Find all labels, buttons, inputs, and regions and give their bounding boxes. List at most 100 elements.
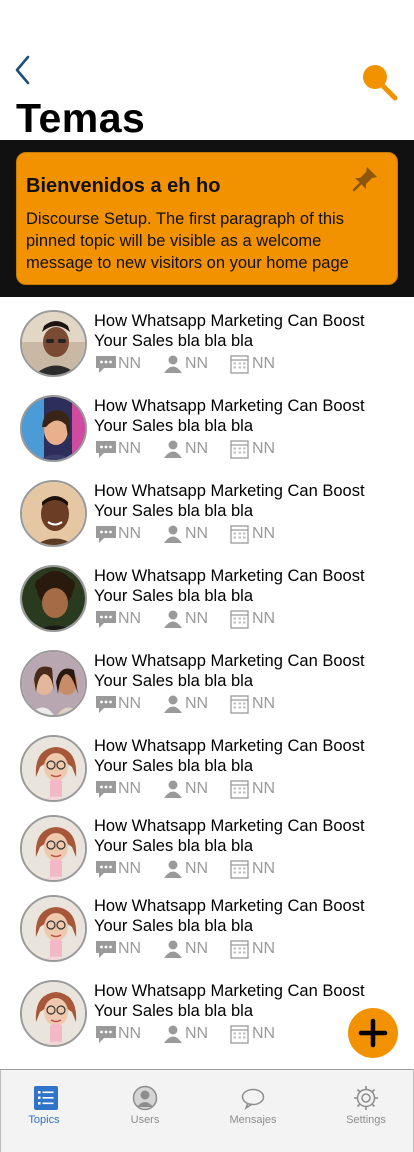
replies-value: NN <box>118 525 142 542</box>
chat-icon <box>96 696 116 713</box>
back-button[interactable] <box>12 54 38 88</box>
calendar-icon <box>230 940 249 959</box>
topic-title: How Whatsapp Marketing Can Boost Your Sa… <box>94 817 365 855</box>
page-title: Temas <box>16 95 146 141</box>
replies-count: NN <box>95 939 141 959</box>
calendar-icon <box>230 355 249 374</box>
avatar-image <box>22 817 85 880</box>
users-count: NN <box>162 1024 208 1044</box>
topic-meta: NN NN NN <box>95 439 395 459</box>
avatar <box>20 395 87 462</box>
topic-title: How Whatsapp Marketing Can Boost Your Sa… <box>94 397 365 435</box>
tab-mensajes-label: Mensajes <box>229 1114 277 1126</box>
date-info: NN <box>229 609 275 629</box>
calendar-icon <box>230 860 249 879</box>
users-value: NN <box>185 525 209 542</box>
avatar-image <box>22 982 85 1045</box>
replies-value: NN <box>118 780 142 797</box>
tab-topics-label: Topics <box>28 1114 60 1126</box>
tab-users[interactable]: Users <box>95 1070 195 1152</box>
users-count: NN <box>162 354 208 374</box>
replies-value: NN <box>118 940 142 957</box>
users-count: NN <box>162 439 208 459</box>
topic-title: How Whatsapp Marketing Can Boost Your Sa… <box>94 482 365 520</box>
plus-icon <box>358 1018 388 1048</box>
avatar-image <box>22 652 85 715</box>
calendar-icon <box>230 1025 249 1044</box>
user-icon <box>164 695 182 713</box>
avatar-image <box>22 482 85 545</box>
topic-row[interactable]: How Whatsapp Marketing Can Boost Your Sa… <box>0 565 414 645</box>
user-icon <box>164 610 182 628</box>
tab-topics[interactable]: Topics <box>1 1070 101 1152</box>
topic-row[interactable]: How Whatsapp Marketing Can Boost Your Sa… <box>0 815 414 895</box>
topic-meta: NN NN NN <box>95 354 395 374</box>
chat-bubble-icon <box>241 1088 265 1110</box>
calendar-icon <box>230 780 249 799</box>
users-count: NN <box>162 859 208 879</box>
tab-settings[interactable]: Settings <box>316 1070 414 1152</box>
users-count: NN <box>162 694 208 714</box>
avatar-image <box>22 737 85 800</box>
pinned-topic-card[interactable]: Bienvenidos a eh ho Discourse Setup. The… <box>16 152 398 285</box>
calendar-icon <box>230 440 249 459</box>
pin-icon <box>352 167 377 192</box>
chat-icon <box>96 356 116 373</box>
topic-row[interactable]: How Whatsapp Marketing Can Boost Your Sa… <box>0 480 414 560</box>
avatar <box>20 895 87 962</box>
gear-icon <box>354 1086 378 1110</box>
user-icon <box>164 440 182 458</box>
date-value: NN <box>252 940 276 957</box>
calendar-icon <box>230 525 249 544</box>
user-icon <box>164 860 182 878</box>
topic-meta: NN NN NN <box>95 609 395 629</box>
avatar-image <box>22 397 85 460</box>
date-value: NN <box>252 355 276 372</box>
topic-row[interactable]: How Whatsapp Marketing Can Boost Your Sa… <box>0 735 414 815</box>
topic-title: How Whatsapp Marketing Can Boost Your Sa… <box>94 652 365 690</box>
date-value: NN <box>252 1025 276 1042</box>
topic-row[interactable]: How Whatsapp Marketing Can Boost Your Sa… <box>0 650 414 730</box>
user-icon <box>164 1025 182 1043</box>
chat-icon <box>96 441 116 458</box>
chat-icon <box>96 781 116 798</box>
date-value: NN <box>252 860 276 877</box>
new-topic-button[interactable] <box>348 1008 398 1058</box>
user-icon <box>132 1085 158 1111</box>
chat-icon <box>96 1026 116 1043</box>
date-info: NN <box>229 694 275 714</box>
users-value: NN <box>185 695 209 712</box>
replies-value: NN <box>118 440 142 457</box>
users-count: NN <box>162 609 208 629</box>
users-count: NN <box>162 524 208 544</box>
topic-meta: NN NN NN <box>95 694 395 714</box>
users-value: NN <box>185 355 209 372</box>
replies-count: NN <box>95 524 141 544</box>
topic-row[interactable]: How Whatsapp Marketing Can Boost Your Sa… <box>0 395 414 475</box>
avatar <box>20 565 87 632</box>
replies-value: NN <box>118 610 142 627</box>
avatar <box>20 650 87 717</box>
users-count: NN <box>162 779 208 799</box>
date-info: NN <box>229 354 275 374</box>
users-value: NN <box>185 610 209 627</box>
user-icon <box>164 355 182 373</box>
users-value: NN <box>185 1025 209 1042</box>
tab-settings-label: Settings <box>346 1114 386 1126</box>
search-button[interactable] <box>358 62 402 106</box>
topic-row[interactable]: How Whatsapp Marketing Can Boost Your Sa… <box>0 310 414 390</box>
date-value: NN <box>252 780 276 797</box>
date-value: NN <box>252 525 276 542</box>
tab-bar: Topics Users Mensajes Settings <box>0 1069 414 1152</box>
users-value: NN <box>185 860 209 877</box>
tab-mensajes[interactable]: Mensajes <box>203 1070 303 1152</box>
date-info: NN <box>229 779 275 799</box>
topic-meta: NN NN NN <box>95 939 395 959</box>
user-icon <box>164 525 182 543</box>
pinned-title: Bienvenidos a eh ho <box>26 175 221 197</box>
user-icon <box>164 780 182 798</box>
topic-row[interactable]: How Whatsapp Marketing Can Boost Your Sa… <box>0 895 414 975</box>
topic-title: How Whatsapp Marketing Can Boost Your Sa… <box>94 897 365 935</box>
replies-value: NN <box>118 355 142 372</box>
pinned-body: Discourse Setup. The first paragraph of … <box>26 210 349 272</box>
